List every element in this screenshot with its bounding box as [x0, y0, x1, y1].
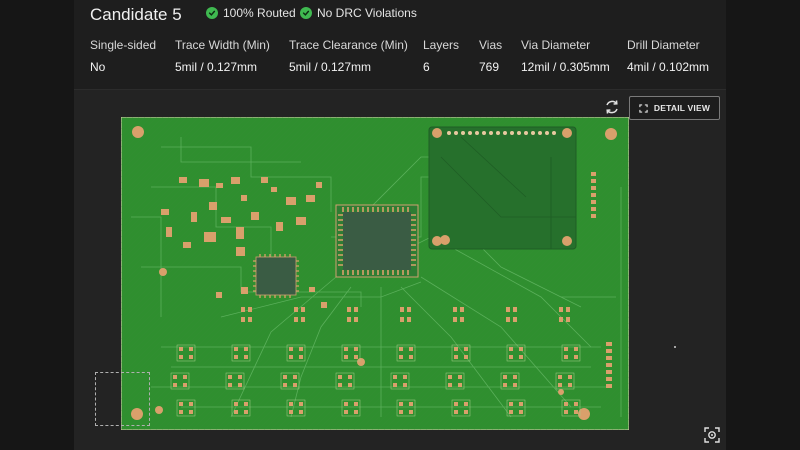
stat-value: 12mil / 0.305mm [521, 60, 610, 74]
drc-badge: No DRC Violations [300, 6, 417, 20]
stat-value: 769 [479, 60, 500, 74]
stat-label: Via Diameter [521, 38, 591, 52]
pcb-board[interactable] [121, 117, 629, 430]
rotate-icon [606, 100, 618, 114]
stat-label: Drill Diameter [627, 38, 700, 52]
routed-badge-label: 100% Routed [223, 6, 296, 20]
stat-layers: Layers 6 [423, 38, 479, 74]
routed-badge: 100% Routed [206, 6, 296, 20]
rotate-button[interactable] [602, 97, 622, 117]
selection-marquee [95, 372, 150, 426]
detail-view-button[interactable]: DETAIL VIEW [629, 96, 720, 120]
expand-icon [639, 103, 648, 113]
stat-trace-clearance: Trace Clearance (Min) 5mil / 0.127mm [289, 38, 423, 74]
stat-label: Trace Width (Min) [175, 38, 270, 52]
stats-row: Single-sided No Trace Width (Min) 5mil /… [90, 38, 727, 74]
stat-drill-diameter: Drill Diameter 4mil / 0.102mm [627, 38, 727, 74]
candidate-title: Candidate 5 [90, 5, 182, 24]
check-circle-icon [206, 7, 218, 19]
stat-value: 5mil / 0.127mm [289, 60, 372, 74]
stat-label: Single-sided [90, 38, 157, 52]
cursor-dot [674, 346, 676, 348]
detail-view-label: DETAIL VIEW [653, 103, 711, 113]
stat-value: No [90, 60, 106, 74]
stat-single-sided: Single-sided No [90, 38, 175, 74]
stat-vias: Vias 769 [479, 38, 521, 74]
stat-label: Trace Clearance (Min) [289, 38, 408, 52]
stat-via-diameter: Via Diameter 12mil / 0.305mm [521, 38, 627, 74]
stat-label: Layers [423, 38, 460, 52]
focus-button[interactable] [703, 426, 721, 444]
drc-badge-label: No DRC Violations [317, 6, 417, 20]
stat-value: 6 [423, 60, 430, 74]
stat-trace-width: Trace Width (Min) 5mil / 0.127mm [175, 38, 289, 74]
stat-value: 5mil / 0.127mm [175, 60, 258, 74]
stat-value: 4mil / 0.102mm [627, 60, 710, 74]
check-circle-icon [300, 7, 312, 19]
candidate-header: Candidate 5 100% Routed No DRC Violation… [74, 0, 726, 90]
stat-label: Vias [479, 38, 503, 52]
focus-icon [704, 427, 720, 443]
